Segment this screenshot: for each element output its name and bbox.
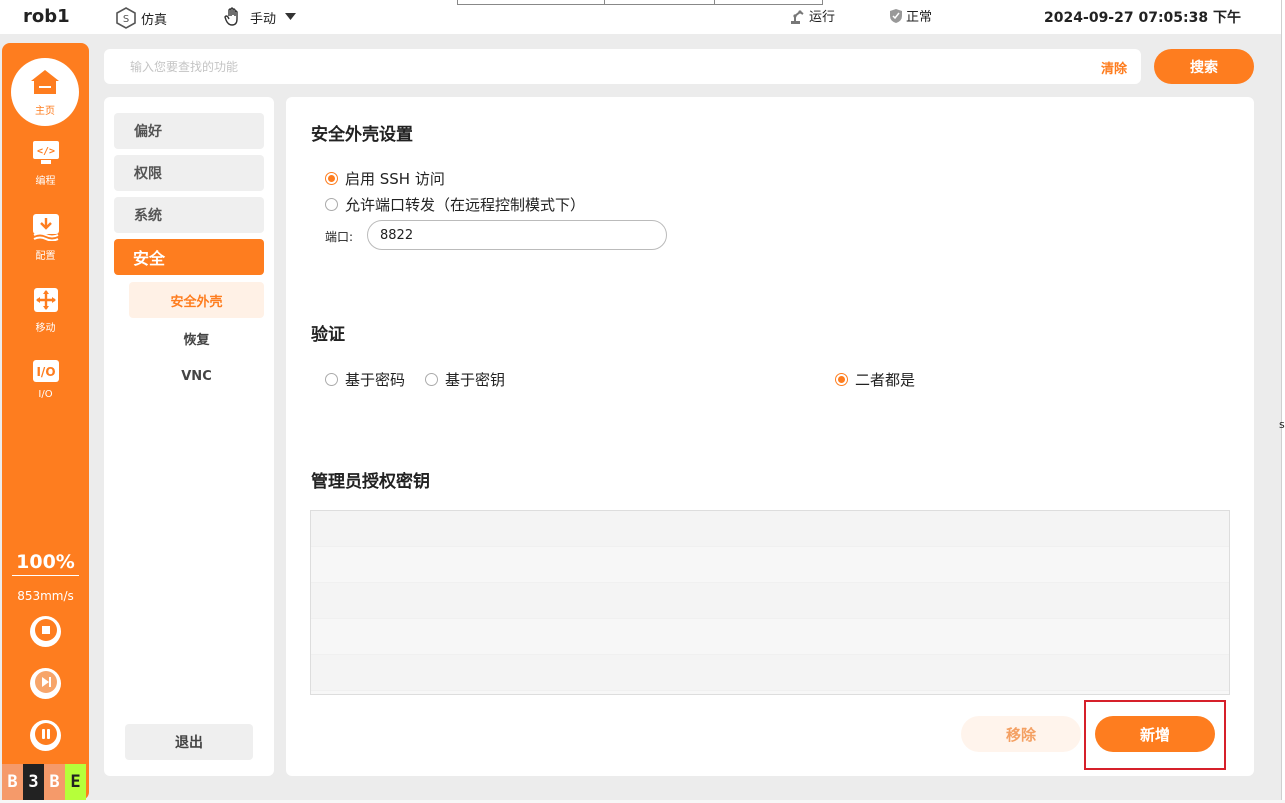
submenu-item-restore[interactable]: 恢复 xyxy=(129,320,264,356)
list-item xyxy=(311,547,1229,583)
admin-keys-title: 管理员授权密钥 xyxy=(311,472,430,492)
list-item xyxy=(311,583,1229,619)
status-badge: B xyxy=(2,764,23,800)
stop-icon xyxy=(34,618,57,645)
speed-percent[interactable]: 100% xyxy=(12,551,79,576)
stop-button[interactable] xyxy=(30,616,61,647)
status-badge: 3 xyxy=(23,764,44,800)
svg-text:I/O: I/O xyxy=(36,365,55,379)
svg-text:</>: </> xyxy=(36,146,54,157)
svg-text:S: S xyxy=(123,14,129,25)
chevron-down-icon xyxy=(285,10,297,25)
radio-unchecked[interactable] xyxy=(425,373,438,386)
port-forward-option[interactable]: 允许端口转发（在远程控制模式下） xyxy=(325,194,585,215)
nav-programming-label: 编程 xyxy=(35,176,56,187)
auth-title: 验证 xyxy=(311,325,345,345)
radio-unchecked[interactable] xyxy=(325,198,338,211)
menu-item-security[interactable]: 安全 xyxy=(114,239,264,275)
submenu-item-vnc[interactable]: VNC xyxy=(129,358,264,394)
ssh-settings-panel: 安全外壳设置 启用 SSH 访问 允许端口转发（在远程控制模式下） 端口: 验证… xyxy=(286,97,1254,776)
nav-configuration[interactable]: 配置 xyxy=(2,213,89,262)
home-label: 主页 xyxy=(35,105,55,117)
simulation-icon: S xyxy=(114,6,138,30)
submenu-item-secure-shell[interactable]: 安全外壳 xyxy=(129,282,264,318)
run-status-label: 运行 xyxy=(809,10,836,25)
shield-icon xyxy=(889,8,903,24)
io-icon: I/O xyxy=(32,359,60,386)
highlight-annotation xyxy=(1084,700,1226,770)
manual-label: 手动 xyxy=(250,11,277,27)
safety-status-label: 正常 xyxy=(906,10,933,25)
nav-move[interactable]: 移动 xyxy=(2,287,89,334)
nav-io-label: I/O xyxy=(38,389,53,400)
auth-password-option[interactable]: 基于密码 xyxy=(325,369,405,390)
move-icon xyxy=(33,287,59,316)
admin-keys-list[interactable] xyxy=(310,510,1230,695)
manual-mode-dropdown[interactable]: 手动 xyxy=(223,6,297,28)
menu-item-permissions[interactable]: 权限 xyxy=(114,155,264,191)
auth-key-option[interactable]: 基于密钥 xyxy=(425,369,505,390)
download-icon xyxy=(32,213,60,244)
safety-status: 正常 xyxy=(889,6,932,25)
top-status-bar: rob1 S 仿真 手动 运行 正常 2024-09-27 07:05:38 下… xyxy=(0,0,1285,34)
menu-item-system[interactable]: 系统 xyxy=(114,197,264,233)
radio-unchecked[interactable] xyxy=(325,373,338,386)
nav-programming[interactable]: </> 编程 xyxy=(2,140,89,187)
auth-both-label: 二者都是 xyxy=(855,371,916,389)
nav-configuration-label: 配置 xyxy=(35,251,56,262)
port-forward-label: 允许端口转发（在远程控制模式下） xyxy=(345,196,586,214)
list-item xyxy=(311,655,1229,691)
status-badge: B xyxy=(44,764,65,800)
robot-name: rob1 xyxy=(23,6,70,27)
run-status: 运行 xyxy=(788,6,835,25)
window-tabs-fragment xyxy=(457,0,823,5)
main-sidebar: 主页 </> 编程 配置 移动 I/O I/O 100% 853mm/s xyxy=(2,43,89,800)
enable-ssh-label: 启用 SSH 访问 xyxy=(345,170,445,188)
home-button[interactable]: 主页 xyxy=(11,58,79,126)
adjacent-window-text: s xyxy=(1279,418,1285,431)
clear-button[interactable]: 清除 xyxy=(1101,58,1127,77)
pause-button[interactable] xyxy=(30,720,61,751)
simulation-mode[interactable]: S 仿真 xyxy=(114,6,167,30)
menu-item-preferences[interactable]: 偏好 xyxy=(114,113,264,149)
nav-io[interactable]: I/O I/O xyxy=(2,359,89,400)
step-icon xyxy=(34,670,57,697)
home-icon xyxy=(29,68,61,100)
search-bar: 清除 xyxy=(104,49,1141,84)
list-item xyxy=(311,619,1229,655)
simulation-label: 仿真 xyxy=(141,12,168,28)
nav-move-label: 移动 xyxy=(35,323,56,334)
datetime: 2024-09-27 07:05:38 下午 xyxy=(1044,10,1241,26)
auth-key-label: 基于密钥 xyxy=(445,371,506,389)
robot-arm-icon xyxy=(788,7,806,25)
hand-icon xyxy=(223,6,247,28)
list-item xyxy=(311,511,1229,547)
search-button[interactable]: 搜索 xyxy=(1154,49,1254,84)
speed-value: 853mm/s xyxy=(17,589,74,603)
exit-button[interactable]: 退出 xyxy=(125,724,253,760)
search-input[interactable] xyxy=(124,49,1024,84)
pause-icon xyxy=(34,722,57,749)
step-button[interactable] xyxy=(30,668,61,699)
settings-menu: 偏好 权限 系统 安全 安全外壳 恢复 VNC 退出 xyxy=(104,97,274,776)
radio-checked[interactable] xyxy=(325,172,338,185)
enable-ssh-option[interactable]: 启用 SSH 访问 xyxy=(325,168,445,189)
code-icon: </> xyxy=(32,140,60,169)
status-badges: B 3 B E xyxy=(2,764,86,800)
auth-both-option[interactable]: 二者都是 xyxy=(835,369,915,390)
auth-password-label: 基于密码 xyxy=(345,371,406,389)
remove-button[interactable]: 移除 xyxy=(961,716,1081,752)
port-label: 端口: xyxy=(325,230,354,244)
radio-checked[interactable] xyxy=(835,373,848,386)
adjacent-window-edge xyxy=(1281,0,1285,803)
status-badge: E xyxy=(65,764,86,800)
port-input[interactable] xyxy=(367,220,667,250)
ssh-settings-title: 安全外壳设置 xyxy=(311,125,413,145)
